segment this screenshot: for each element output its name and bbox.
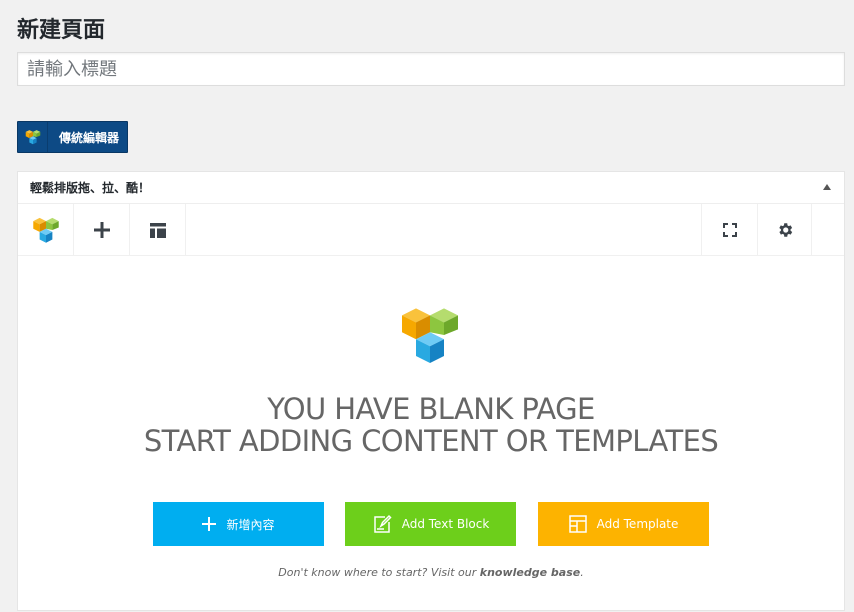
vc-logo-icon[interactable] — [18, 204, 74, 256]
add-text-block-label: Add Text Block — [401, 517, 490, 531]
add-element-label: 新增內容 — [226, 517, 275, 532]
add-template-label: Add Template — [596, 517, 679, 531]
knowledge-base-link[interactable]: knowledge base — [480, 566, 580, 579]
edit-note-icon — [373, 514, 392, 533]
panel-header-title: 輕鬆排版拖、拉、酷！ — [30, 181, 151, 195]
add-text-block-button[interactable]: Add Text Block — [345, 502, 516, 546]
vc-logo-icon — [402, 304, 458, 371]
hint-suffix: . — [580, 566, 584, 579]
gear-icon[interactable] — [757, 204, 812, 256]
add-template-button[interactable]: Add Template — [538, 502, 709, 546]
add-element-button[interactable]: 新增內容 — [153, 502, 324, 546]
triangle-up-icon[interactable] — [820, 180, 834, 194]
panel-header: 輕鬆排版拖、拉、酷！ — [18, 172, 844, 204]
blank-headline-line2: START ADDING CONTENT OR TEMPLATES — [143, 424, 719, 458]
template-icon — [568, 515, 587, 533]
plus-icon — [202, 517, 217, 531]
blank-page-area: YOU HAVE BLANK PAGE START ADDING CONTENT… — [18, 257, 844, 612]
classic-editor-button[interactable]: 傳統編輯器 — [17, 121, 128, 153]
fullscreen-icon[interactable] — [701, 204, 757, 256]
hint-prefix: Don't know where to start? Visit our — [278, 566, 477, 579]
vc-logo-icon — [18, 122, 48, 152]
classic-editor-label: 傳統編輯器 — [59, 130, 120, 145]
plus-icon[interactable] — [74, 204, 130, 256]
page-title: 新建頁面 — [17, 18, 106, 43]
page-builder-panel: 輕鬆排版拖、拉、酷！ YOU HAVE BLANK PAGE START ADD… — [17, 171, 845, 611]
blank-headline-line1: YOU HAVE BLANK PAGE — [267, 392, 595, 426]
title-input[interactable] — [17, 52, 845, 86]
builder-navbar — [18, 204, 844, 256]
knowledge-base-hint: Don't know where to start? Visit our kno… — [18, 566, 844, 579]
layout-template-icon[interactable] — [130, 204, 186, 256]
